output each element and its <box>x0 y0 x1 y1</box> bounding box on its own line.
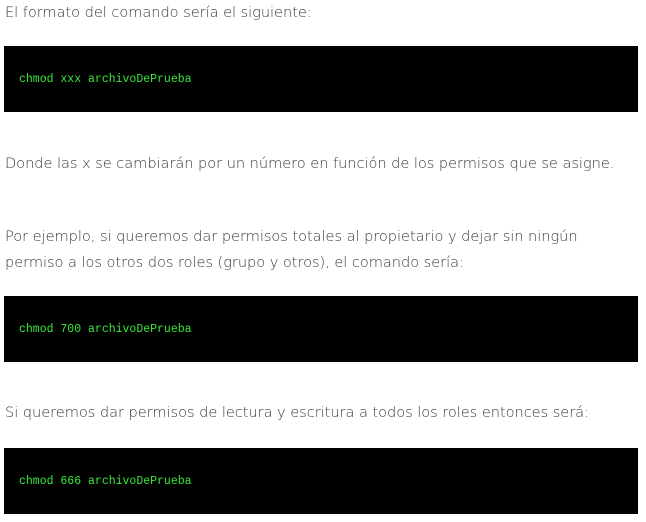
intro-paragraph: El formato del comando sería el siguient… <box>5 4 312 21</box>
code-block-owner-full: chmod 700 archivoDePrueba <box>4 296 638 362</box>
explanation-paragraph: Donde las x se cambiarán por un número e… <box>5 155 615 172</box>
code-read-write-all: chmod 666 archivoDePrueba <box>19 474 192 488</box>
owner-example-paragraph: Por ejemplo, si queremos dar permisos to… <box>5 228 578 271</box>
code-block-format: chmod xxx archivoDePrueba <box>4 46 638 112</box>
code-block-read-write-all: chmod 666 archivoDePrueba <box>4 448 638 514</box>
code-owner-full: chmod 700 archivoDePrueba <box>19 322 192 336</box>
code-format: chmod xxx archivoDePrueba <box>19 72 192 86</box>
article-content: El formato del comando sería el siguient… <box>0 0 646 522</box>
all-roles-example-paragraph: Si queremos dar permisos de lectura y es… <box>5 404 589 421</box>
